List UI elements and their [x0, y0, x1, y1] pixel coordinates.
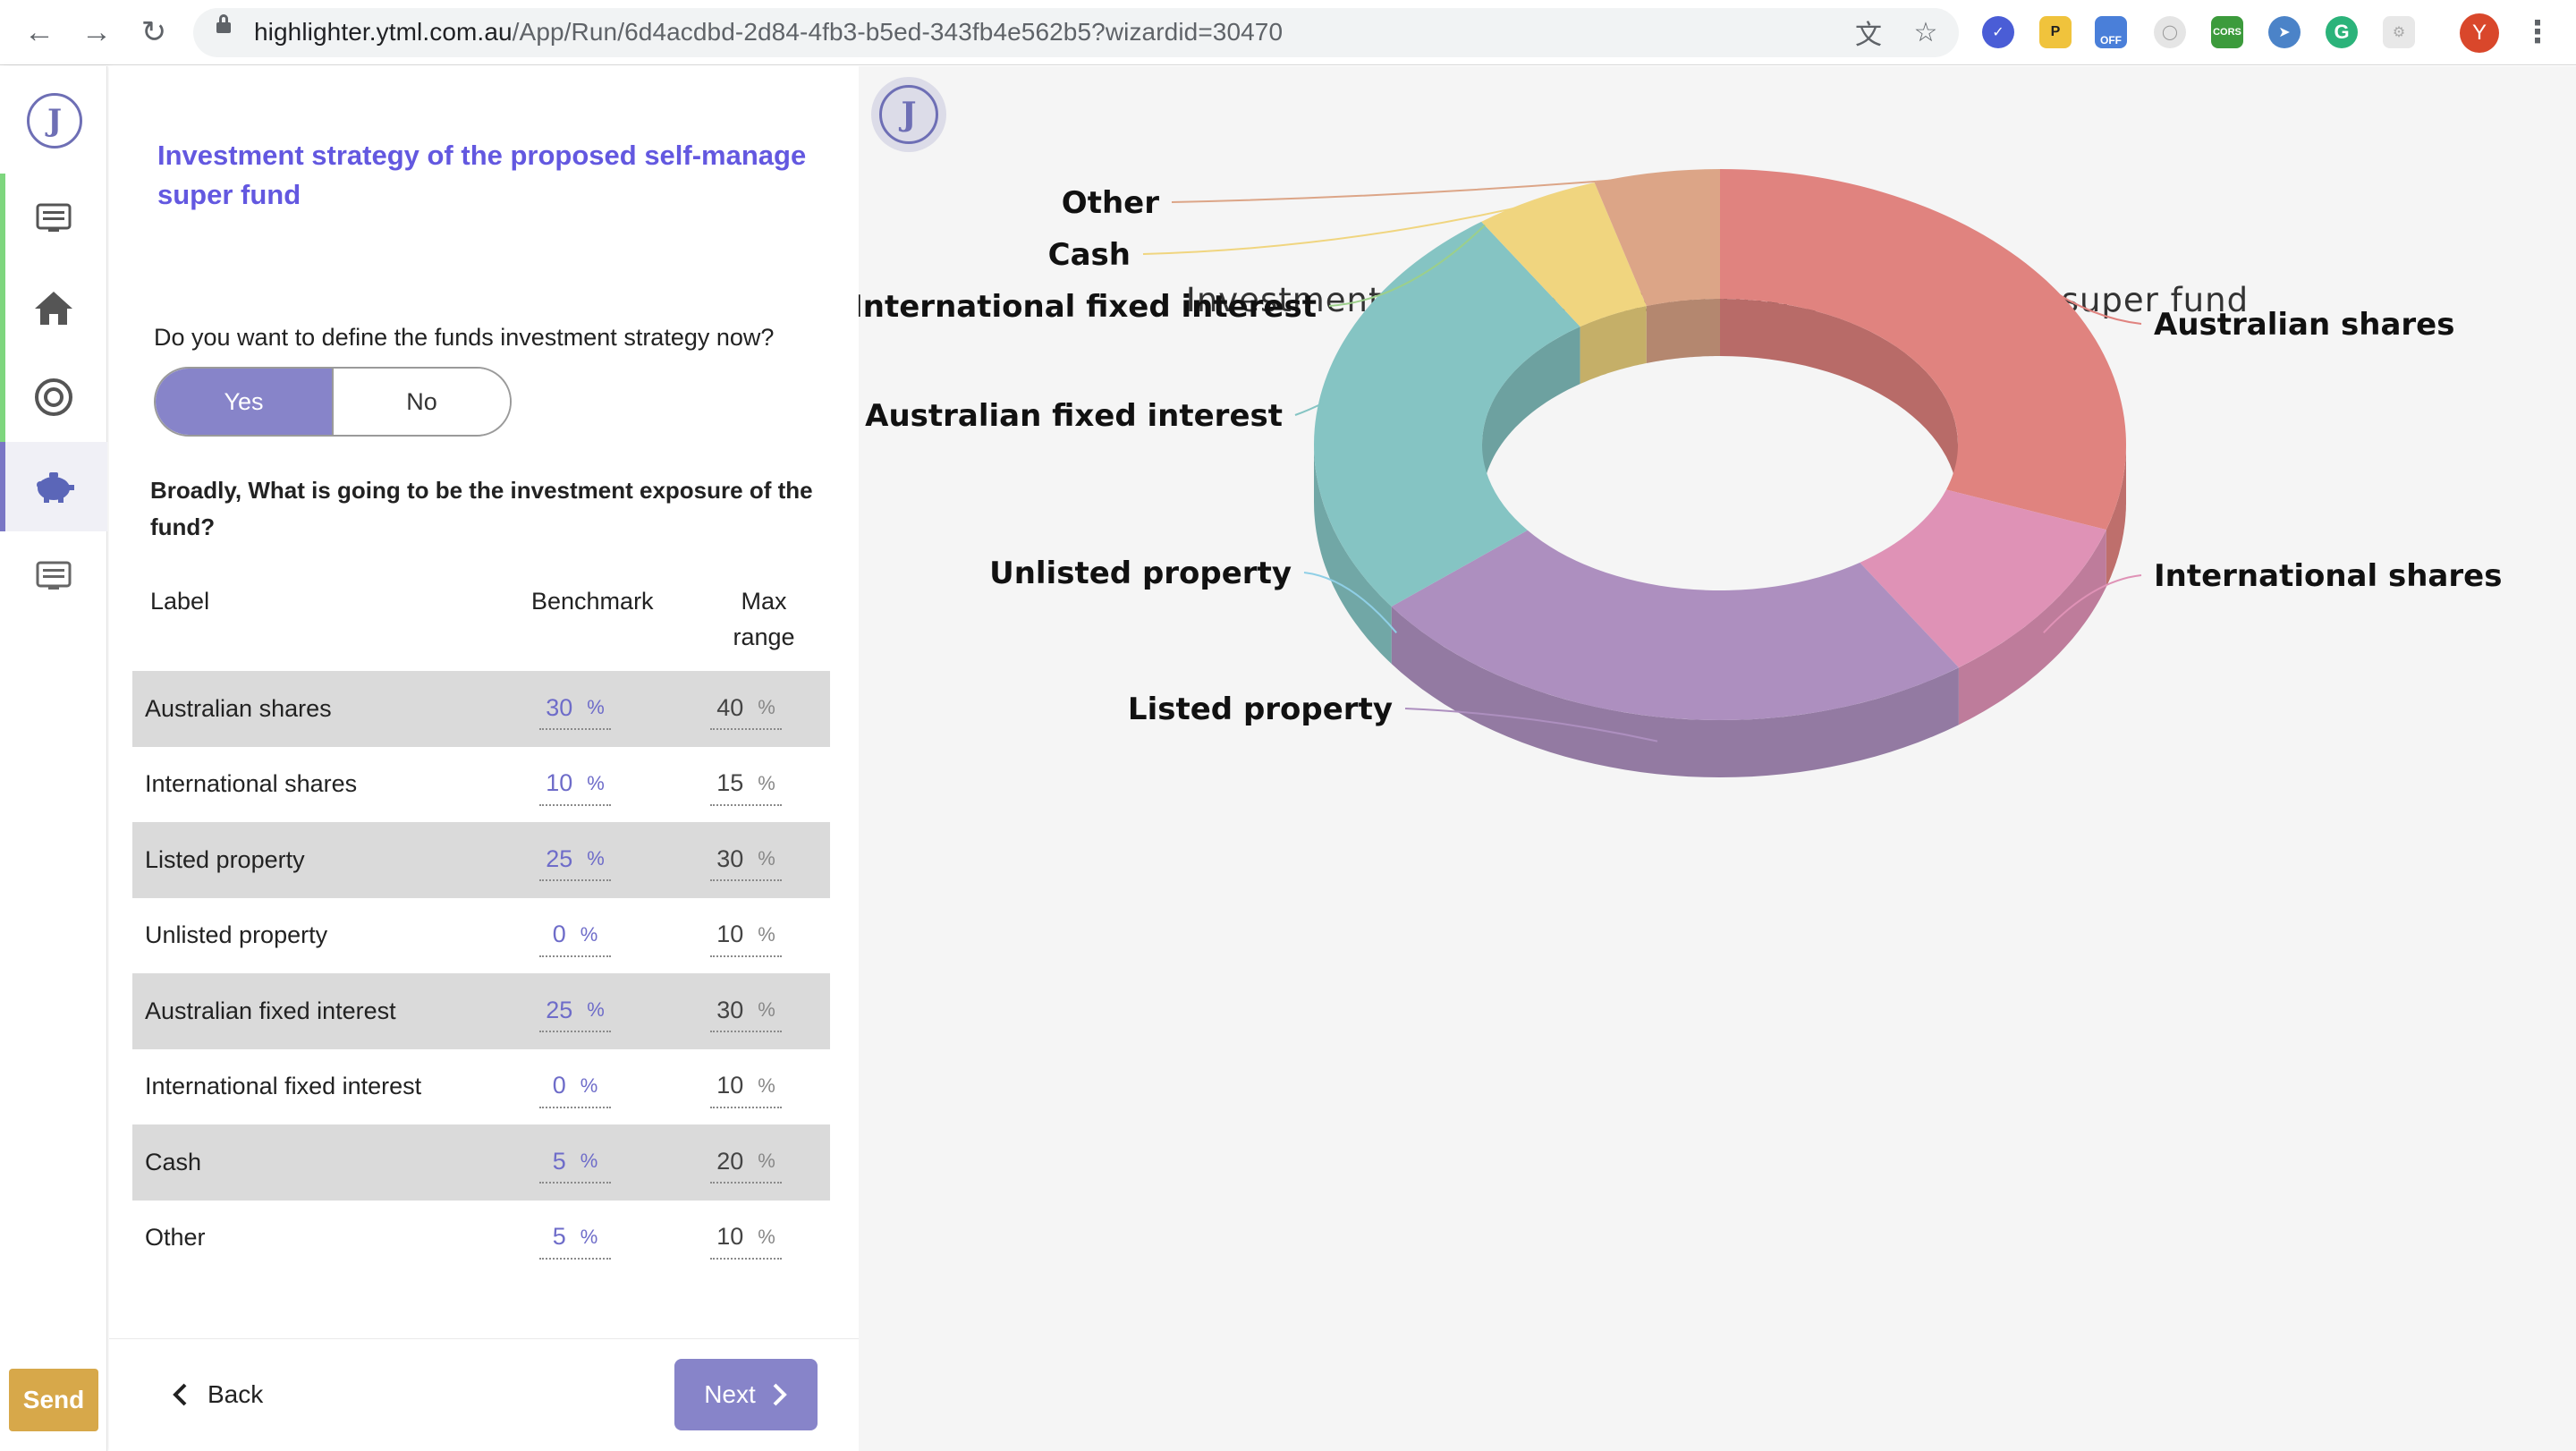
max-range-input[interactable]: 10% — [710, 1217, 782, 1260]
next-button[interactable]: Next — [674, 1359, 818, 1430]
exposure-question: Broadly, What is going to be the investm… — [150, 477, 813, 540]
column-header-benchmark: Benchmark — [531, 588, 654, 615]
max-range-input[interactable]: 40% — [710, 687, 782, 731]
piggy-bank-icon[interactable] — [0, 442, 107, 531]
slice-inner-wall — [1646, 299, 1720, 363]
benchmark-input[interactable]: 0% — [539, 914, 611, 957]
slice-label: Other — [1062, 185, 1159, 221]
forward-arrow-icon[interactable]: → — [77, 13, 116, 52]
max-range-input[interactable]: 20% — [710, 1141, 782, 1184]
allocation-table: Australian shares 30% 40% International sha… — [132, 671, 830, 1276]
profile-avatar[interactable]: Y — [2460, 13, 2499, 53]
grammarly-icon[interactable]: G — [2326, 16, 2358, 48]
table-row: International fixed interest 0% 10% — [132, 1049, 830, 1125]
benchmark-input[interactable]: 10% — [539, 763, 611, 806]
slice-label: Australian shares — [2154, 307, 2454, 343]
chevron-right-icon — [773, 1383, 787, 1406]
table-row: International shares 10% 15% — [132, 747, 830, 823]
column-header-label: Label — [150, 588, 210, 615]
chart-panel: J Investment strategy of the proposed se… — [859, 66, 2576, 1451]
table-row: Cash 5% 20% — [132, 1124, 830, 1201]
table-row: Other 5% 10% — [132, 1201, 830, 1277]
benchmark-input[interactable]: 0% — [539, 1065, 611, 1108]
extension-cors-icon[interactable]: CORS — [2211, 16, 2243, 48]
chevron-left-icon — [173, 1383, 187, 1406]
extension-check-icon[interactable]: ✓ — [1982, 16, 2014, 48]
donut-chart: Australian shares International shares Lis… — [859, 169, 2502, 777]
table-row: Unlisted property 0% 10% — [132, 898, 830, 974]
back-label: Back — [208, 1380, 264, 1408]
column-header-max-range: Max range — [733, 588, 795, 650]
side-navigation: J Send — [0, 66, 107, 1451]
slice-label: Unlisted property — [989, 556, 1292, 591]
translate-icon[interactable]: 文 — [1852, 15, 1885, 50]
browser-toolbar: ← → ↻ highlighter.ytml.com.au/App/Run/6d… — [0, 0, 2576, 65]
row-label: Other — [145, 1224, 206, 1252]
yes-no-toggle[interactable]: Yes No — [154, 367, 512, 437]
row-label: International shares — [145, 770, 358, 798]
menu-kebab-icon[interactable]: ⋮ — [2522, 14, 2553, 50]
back-button[interactable]: Back — [172, 1366, 263, 1423]
max-range-input[interactable]: 30% — [710, 989, 782, 1033]
benchmark-input[interactable]: 5% — [539, 1141, 611, 1184]
target-icon[interactable] — [0, 352, 107, 442]
page-title: Investment strategy of the proposed self… — [157, 140, 807, 210]
active-accent — [0, 442, 5, 531]
row-label: Australian fixed interest — [145, 997, 396, 1024]
nav-list-icon[interactable] — [0, 174, 107, 263]
benchmark-input[interactable]: 25% — [539, 989, 611, 1033]
benchmark-input[interactable]: 25% — [539, 838, 611, 882]
lock-icon[interactable] — [216, 14, 231, 33]
slice-label: International fixed interest — [859, 289, 1317, 325]
extension-p-icon[interactable]: P — [2039, 16, 2072, 48]
row-label: Listed property — [145, 845, 305, 873]
strategy-question: Do you want to define the funds investme… — [154, 324, 775, 351]
slice-label: Cash — [1048, 237, 1131, 273]
slice-label: Listed property — [1128, 692, 1393, 727]
slice-label: International shares — [2154, 558, 2502, 594]
benchmark-input[interactable]: 30% — [539, 687, 611, 731]
slice-label: Australian fixed interest — [865, 398, 1283, 434]
table-row: Listed property 25% 30% — [132, 822, 830, 898]
extension-circle-icon[interactable]: ◯ — [2154, 16, 2186, 48]
url-text[interactable]: highlighter.ytml.com.au/App/Run/6d4acdbd… — [254, 15, 1283, 49]
nav-list-icon-2[interactable] — [0, 531, 107, 621]
benchmark-input[interactable]: 5% — [539, 1217, 611, 1260]
no-option[interactable]: No — [334, 369, 510, 435]
star-icon[interactable]: ☆ — [1909, 15, 1943, 49]
app-logo[interactable]: J — [27, 93, 82, 148]
row-label: Australian shares — [145, 694, 332, 722]
row-label: International fixed interest — [145, 1073, 422, 1100]
max-range-input[interactable]: 10% — [710, 914, 782, 957]
back-arrow-icon[interactable]: ← — [20, 13, 59, 52]
max-range-input[interactable]: 10% — [710, 1065, 782, 1108]
extension-off-icon[interactable]: OFF — [2095, 16, 2127, 48]
extension-compass-icon[interactable]: ➤ — [2268, 16, 2301, 48]
yes-option[interactable]: Yes — [156, 369, 334, 435]
form-footer: Back Next — [109, 1338, 859, 1451]
extension-gear-icon[interactable]: ⚙ — [2383, 16, 2415, 48]
table-row: Australian shares 30% 40% — [132, 671, 830, 747]
row-label: Unlisted property — [145, 921, 328, 949]
home-icon[interactable] — [0, 263, 107, 352]
table-row: Australian fixed interest 25% 30% — [132, 973, 830, 1049]
row-label: Cash — [145, 1148, 202, 1175]
reload-icon[interactable]: ↻ — [134, 13, 174, 52]
send-button[interactable]: Send — [9, 1369, 98, 1431]
max-range-input[interactable]: 30% — [710, 838, 782, 882]
form-panel: Investment strategy of the proposed self… — [109, 66, 859, 1451]
next-label: Next — [704, 1380, 756, 1408]
max-range-input[interactable]: 15% — [710, 763, 782, 806]
